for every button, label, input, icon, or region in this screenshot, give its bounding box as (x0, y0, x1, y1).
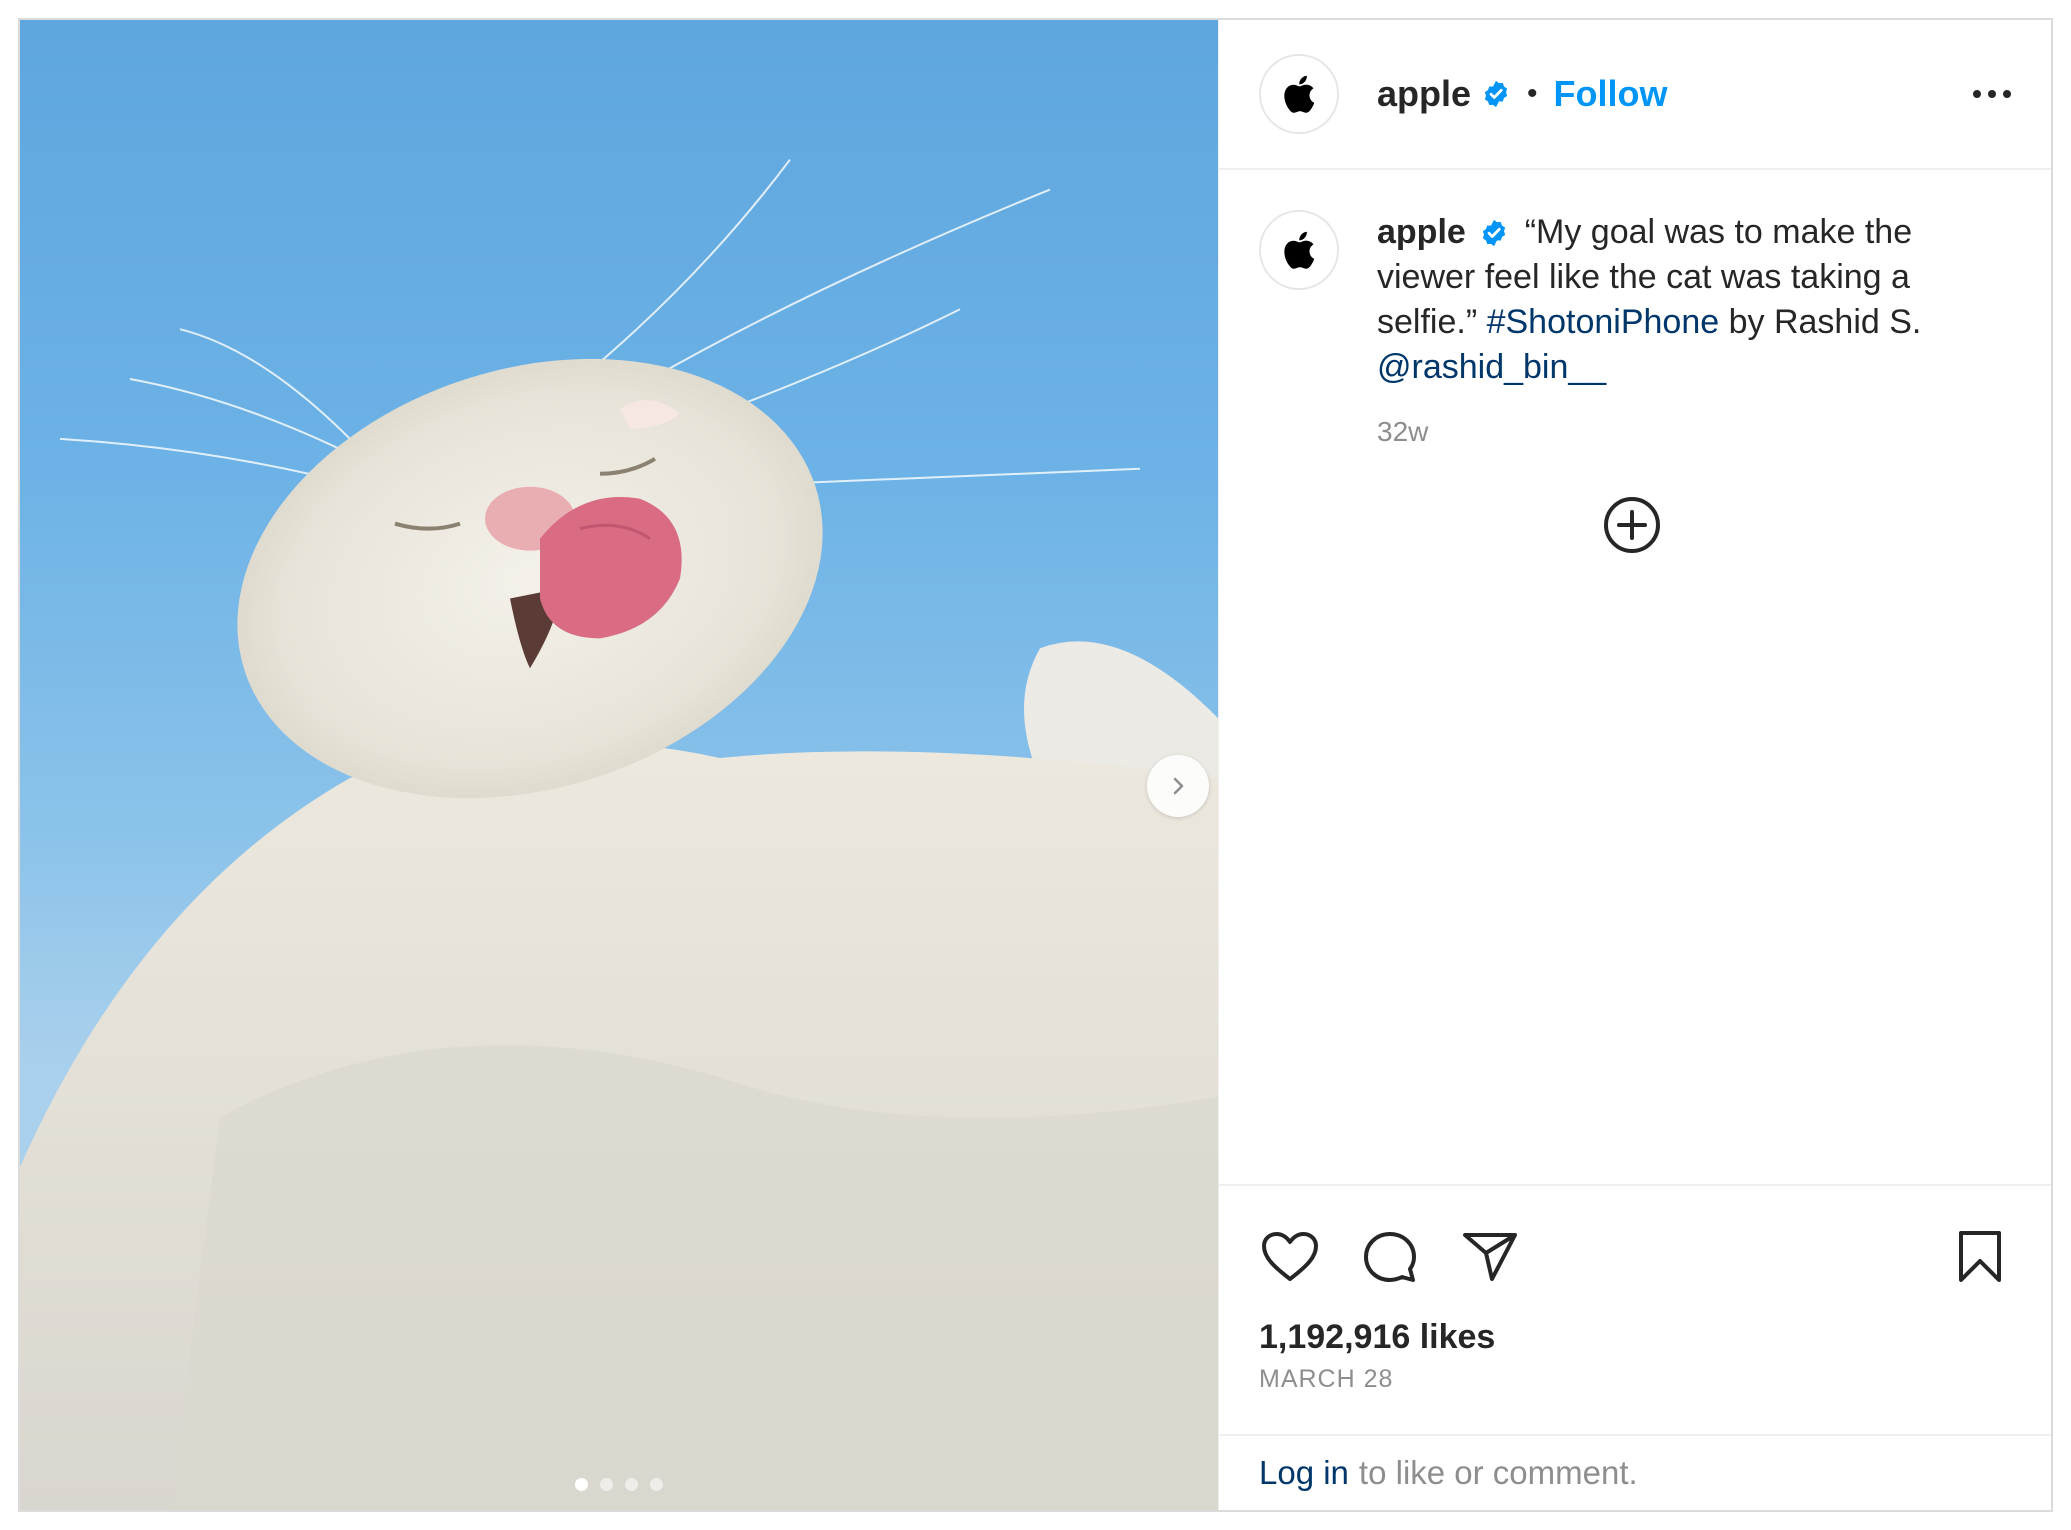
cat-photo (20, 159, 1218, 1510)
username-link[interactable]: apple (1377, 73, 1471, 115)
heart-icon (1262, 1232, 1318, 1281)
apple-logo-icon (1284, 231, 1315, 269)
post-media[interactable] (20, 20, 1218, 1510)
post-dialog: apple • Follow apple “My goal was to mak… (18, 18, 2053, 1512)
hashtag-link[interactable]: #ShotoniPhone (1487, 303, 1720, 341)
carousel-dot (600, 1478, 613, 1491)
carousel-dot (625, 1478, 638, 1491)
carousel-dot (650, 1478, 663, 1491)
plus-circle-icon (1604, 497, 1660, 553)
post-actions: 1,192,916 likes MARCH 28 (1219, 1184, 2051, 1434)
avatar[interactable] (1259, 210, 1339, 290)
post-date: MARCH 28 (1259, 1365, 1394, 1393)
caption-username[interactable]: apple (1377, 213, 1466, 251)
carousel-indicator (20, 1478, 1218, 1491)
mention-link[interactable]: @rashid_bin__ (1377, 348, 1606, 386)
action-icons (1259, 1222, 2011, 1292)
apple-logo-icon (1284, 75, 1315, 113)
next-slide-button[interactable] (1147, 755, 1209, 817)
caption-credit: by Rashid S. (1719, 303, 1922, 341)
avatar[interactable] (1259, 54, 1339, 134)
share-button[interactable] (1459, 1226, 1521, 1288)
comment-icon (1364, 1232, 1416, 1282)
caption-row: apple “My goal was to make the viewer fe… (1259, 210, 2011, 390)
load-more-comments-button[interactable] (1602, 495, 1662, 555)
post-details-panel: apple • Follow apple “My goal was to mak… (1218, 20, 2051, 1510)
like-button[interactable] (1259, 1226, 1321, 1288)
verified-badge-icon (1481, 79, 1511, 109)
separator-dot: • (1527, 77, 1538, 110)
likes-count[interactable]: 1,192,916 likes (1259, 1318, 2011, 1357)
login-link[interactable]: Log in (1259, 1454, 1349, 1492)
verified-badge-icon (1483, 219, 1506, 247)
follow-button[interactable]: Follow (1554, 73, 1668, 115)
caption-text: apple “My goal was to make the viewer fe… (1377, 210, 1967, 390)
share-icon (1463, 1233, 1517, 1281)
save-button[interactable] (1949, 1226, 2011, 1288)
more-options-icon[interactable] (1973, 90, 2011, 98)
login-prompt: Log in to like or comment. (1219, 1434, 2051, 1510)
bookmark-icon (1959, 1231, 2001, 1282)
comments-area: apple “My goal was to make the viewer fe… (1219, 170, 2051, 1184)
login-prompt-text: to like or comment. (1358, 1454, 1638, 1491)
chevron-right-icon (1173, 777, 1184, 795)
comment-button[interactable] (1359, 1226, 1421, 1288)
post-header: apple • Follow (1219, 20, 2051, 170)
caption-timestamp: 32w (1377, 416, 1429, 447)
carousel-dot (575, 1478, 588, 1491)
